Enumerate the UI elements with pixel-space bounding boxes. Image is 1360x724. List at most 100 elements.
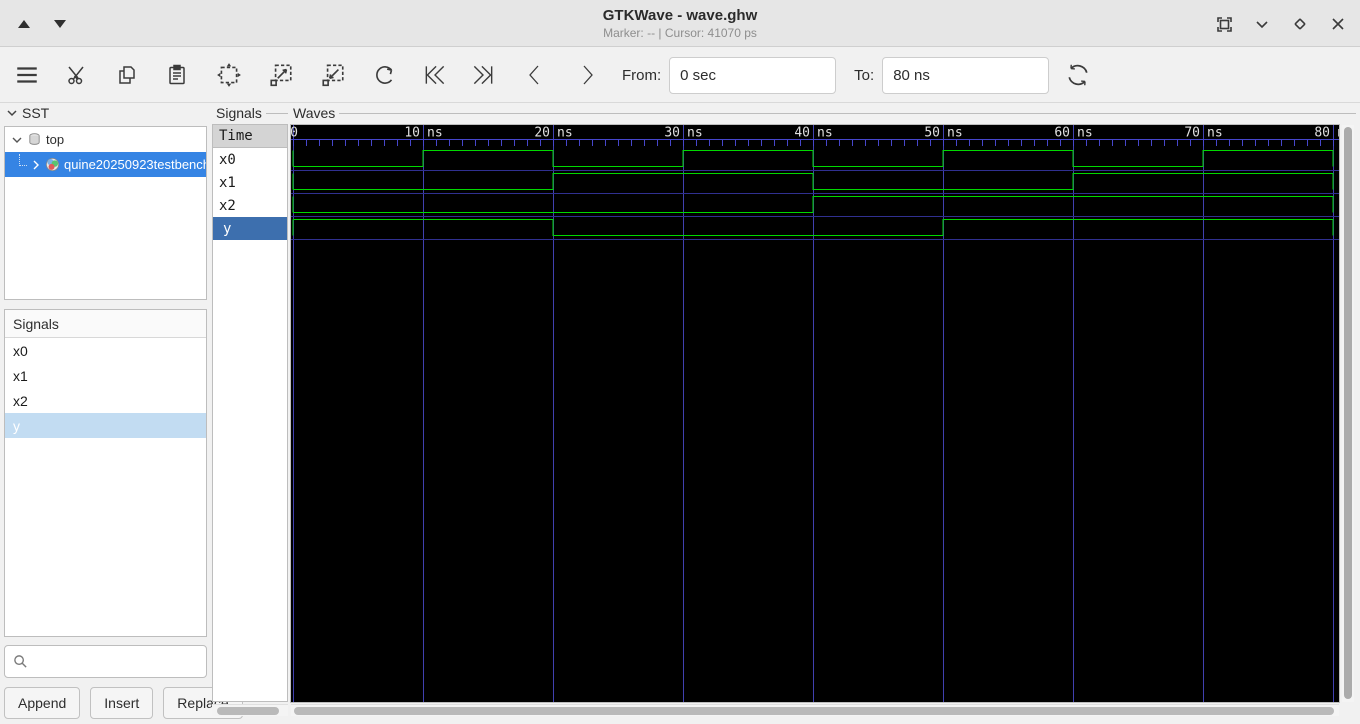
scrollbar-thumb[interactable] [294,707,1334,715]
marker-cursor-status: Marker: -- | Cursor: 41070 ps [603,26,757,40]
tree-guide-line [19,153,27,166]
scissors-icon [68,66,84,85]
zoom-fit-icon [217,63,241,87]
search-input[interactable] [34,653,215,670]
down-triangle-icon [54,20,66,28]
copy-button[interactable] [112,59,142,91]
chevron-right-icon [583,65,593,85]
titlebar: GTKWave - wave.ghw Marker: -- | Cursor: … [0,0,1360,47]
svg-text:50: 50 [924,126,940,141]
hamburger-icon [17,67,37,83]
menu-button[interactable] [12,59,42,91]
svg-text:20: 20 [534,126,550,141]
wave-name-label: x1 [219,174,236,191]
signals-list-panel: Signals x0 x1 x2 y [4,309,207,637]
svg-text:80: 80 [1314,126,1330,141]
wave-canvas[interactable]: 0 10 ns 20 ns 30 ns 40 ns 50 ns 60 ns 70 ns 80 ns [290,124,1340,703]
waves-horizontal-scrollbar[interactable] [291,704,1339,716]
next-edge-button[interactable] [572,59,602,91]
to-input[interactable] [882,56,1050,94]
scrollbar-thumb[interactable] [217,707,279,715]
frame-line [265,112,288,114]
svg-text:10: 10 [404,126,420,141]
skip-to-end-button[interactable] [468,59,498,91]
wave-name-x2[interactable]: x2 [213,194,287,217]
search-icon [14,655,27,668]
fullscreen-button[interactable] [1212,12,1236,36]
zoom-in-icon [270,64,292,87]
reload-button[interactable] [1063,59,1093,91]
expander-closed-icon [33,160,39,169]
signal-list-item-y[interactable]: y [5,413,206,438]
wave-name-x1[interactable]: x1 [213,171,287,194]
svg-text:ns: ns [947,126,963,141]
wave-names-frame-label: Signals [216,105,288,121]
svg-text:ns: ns [1077,126,1093,141]
wave-name-y[interactable]: y [213,217,287,240]
skip-to-start-button[interactable] [420,59,450,91]
svg-text:ns: ns [1207,126,1223,141]
undo-button[interactable] [370,59,400,91]
zoom-in-button[interactable] [266,59,296,91]
insert-button[interactable]: Insert [90,687,154,719]
cut-button[interactable] [62,59,92,91]
from-input[interactable] [669,56,837,94]
signal-list-item-x2[interactable]: x2 [5,388,206,413]
paste-button[interactable] [162,59,192,91]
tree-row-label: top [46,132,65,147]
zoom-out-icon [322,64,344,87]
svg-text:0: 0 [291,126,298,141]
frame-line [339,112,1356,114]
diamond-icon [1294,18,1306,30]
zoom-out-button[interactable] [318,59,348,91]
prev-edge-button[interactable] [520,59,550,91]
action-buttons: Append Insert Replace [4,687,243,719]
tree-row-testbench[interactable]: quine20250923testbench [5,152,206,177]
wave-name-label: x0 [219,151,236,168]
signal-list-item-x1[interactable]: x1 [5,363,206,388]
expander-open-icon [12,137,22,143]
signal-label: y [13,417,20,434]
nav-down-button[interactable] [46,14,74,34]
maximize-button[interactable] [1288,12,1312,36]
reload-icon [1068,64,1088,86]
scope-icon [29,133,40,145]
svg-text:ns: ns [427,126,443,141]
signal-search-box [4,645,215,678]
signals-list-header: Signals [5,310,206,338]
frame-label-text: Signals [216,105,262,121]
scrollbar-thumb[interactable] [1344,127,1352,699]
chevron-down-icon [1256,21,1268,29]
signal-label: x0 [13,342,28,359]
sst-tree: top quine20250923testbench [4,126,207,300]
close-button[interactable] [1326,12,1350,36]
to-label: To: [854,66,875,84]
names-horizontal-scrollbar[interactable] [212,704,288,716]
minimize-button[interactable] [1250,12,1274,36]
tree-row-top[interactable]: top [5,127,206,152]
clipboard-icon [169,64,185,85]
expander-chevron-icon [7,110,17,117]
signal-list-item-x0[interactable]: x0 [5,338,206,363]
signal-label: x2 [13,392,28,409]
toolbar: From: To: [0,48,1360,103]
waves-vertical-scrollbar[interactable] [1342,125,1354,702]
skip-start-icon [425,65,445,85]
frame-label-text: Waves [293,105,336,121]
window-title: GTKWave - wave.ghw [602,7,758,24]
zoom-fit-button[interactable] [214,59,244,91]
nav-up-button[interactable] [10,14,38,34]
time-header: Time [213,125,287,148]
from-label: From: [622,66,662,84]
wave-names-panel: Time x0 x1 x2 y [212,124,288,702]
svg-text:ns: ns [1337,126,1339,141]
append-button[interactable]: Append [4,687,81,719]
waves-frame-label: Waves [293,105,1356,121]
svg-text:70: 70 [1184,126,1200,141]
close-icon [1332,18,1344,30]
svg-text:ns: ns [817,126,833,141]
copy-icon [119,66,135,84]
fullscreen-icon [1216,16,1232,32]
wave-name-x0[interactable]: x0 [213,148,287,171]
sst-expander[interactable]: SST [6,105,49,121]
